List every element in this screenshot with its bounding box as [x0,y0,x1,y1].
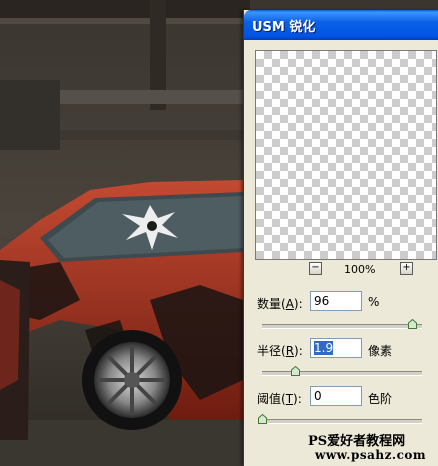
radius-unit: 像素 [368,344,393,358]
threshold-input[interactable]: 0 [310,386,362,406]
threshold-label: 阈值(T): [257,392,302,406]
dialog-title-bar[interactable]: USM 锐化 [244,10,438,40]
watermark-url: www.psahz.com [315,448,427,462]
zoom-level: 100% [344,263,376,276]
unsharp-mask-dialog: USM 锐化 − 100% + 数量(A): 96 % 半径(R): 1.9 像… [243,10,438,466]
radius-label: 半径(R): [257,344,303,358]
zoom-out-button[interactable]: − [309,262,322,275]
threshold-slider[interactable] [262,419,422,424]
amount-unit: % [368,295,380,309]
radius-slider-thumb[interactable] [291,366,301,376]
amount-label: 数量(A): [257,297,303,311]
radius-slider[interactable] [262,371,422,376]
threshold-unit: 色阶 [368,392,393,406]
amount-input[interactable]: 96 [310,291,362,311]
radius-input[interactable]: 1.9 [310,338,362,358]
dialog-title: USM 锐化 [252,20,316,35]
preview-pane[interactable] [255,50,437,260]
zoom-in-button[interactable]: + [400,262,413,275]
watermark-site-name: PS爱好者教程网 [308,434,406,449]
amount-slider-thumb[interactable] [408,319,418,329]
threshold-slider-thumb[interactable] [258,414,267,424]
amount-slider[interactable] [262,324,422,329]
